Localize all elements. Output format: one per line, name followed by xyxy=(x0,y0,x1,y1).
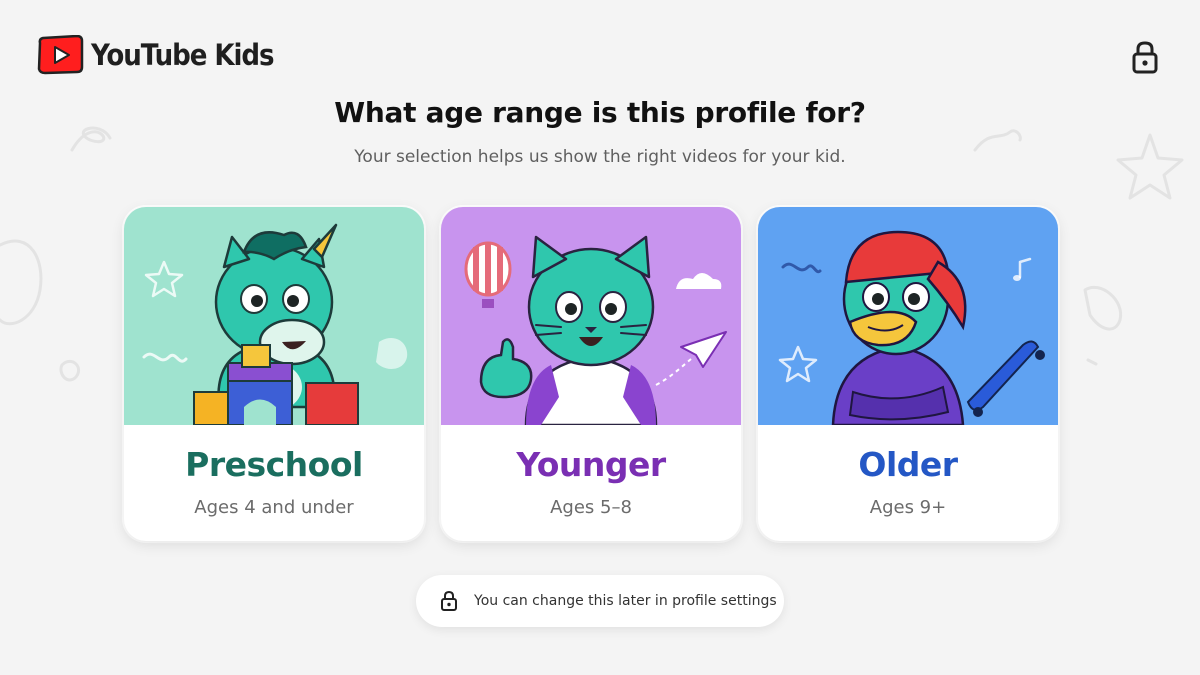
parent-lock-button[interactable] xyxy=(1128,38,1162,76)
age-option-preschool[interactable]: Preschool Ages 4 and under xyxy=(124,207,424,541)
lock-icon xyxy=(441,590,457,611)
lock-icon xyxy=(1132,41,1158,74)
older-parrot-illustration xyxy=(758,207,1058,425)
card-age-range: Ages 9+ xyxy=(869,497,947,518)
settings-note: You can change this later in profile set… xyxy=(416,575,784,627)
youtube-kids-logo[interactable]: YouTube Kids xyxy=(36,34,294,76)
page-title: What age range is this profile for? xyxy=(334,96,866,129)
card-age-range: Ages 5–8 xyxy=(550,497,632,518)
card-title: Preschool xyxy=(185,445,363,484)
page-subtitle: Your selection helps us show the right v… xyxy=(354,147,846,167)
age-range-options: Preschool Ages 4 and under Younger Ages … xyxy=(124,207,1076,541)
card-age-range: Ages 4 and under xyxy=(194,497,354,518)
settings-note-text: You can change this later in profile set… xyxy=(474,593,777,609)
age-option-older[interactable]: Older Ages 9+ xyxy=(758,207,1058,541)
youtube-play-icon xyxy=(37,35,84,75)
card-title: Older xyxy=(858,445,958,484)
card-title: Younger xyxy=(516,445,666,484)
preschool-unicorn-illustration xyxy=(124,207,424,425)
age-option-younger[interactable]: Younger Ages 5–8 xyxy=(441,207,741,541)
brand-name: YouTube Kids xyxy=(91,38,275,72)
younger-cat-illustration xyxy=(441,207,741,425)
